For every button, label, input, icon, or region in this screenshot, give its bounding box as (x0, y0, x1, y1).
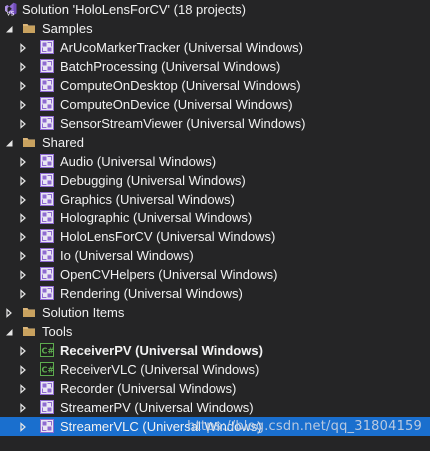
visual-studio-solution-icon: VS (4, 2, 18, 18)
collapsed-arrow-icon[interactable] (17, 398, 29, 417)
collapsed-arrow-icon[interactable] (17, 360, 29, 379)
project-label: HoloLensForCV (Universal Windows) (60, 229, 276, 244)
cpp-project-icon (40, 229, 54, 243)
project-label: Recorder (Universal Windows) (60, 381, 237, 396)
cpp-project-icon (40, 154, 54, 168)
watermark-text: https://blog.csdn.net/qq_31804159 (187, 419, 422, 434)
project-row[interactable]: Audio (Universal Windows) (0, 152, 430, 171)
project-row[interactable]: ArUcoMarkerTracker (Universal Windows) (0, 38, 430, 57)
project-label: ComputeOnDesktop (Universal Windows) (60, 78, 301, 93)
collapsed-arrow-icon[interactable] (17, 284, 29, 303)
folder-row-solution-items[interactable]: Solution Items (0, 303, 430, 322)
collapsed-arrow-icon[interactable] (17, 152, 29, 171)
collapsed-arrow-icon[interactable] (17, 246, 29, 265)
project-row[interactable]: BatchProcessing (Universal Windows) (0, 57, 430, 76)
project-row[interactable]: StreamerPV (Universal Windows) (0, 398, 430, 417)
project-label: SensorStreamViewer (Universal Windows) (60, 116, 306, 131)
expanded-arrow-icon[interactable] (3, 19, 15, 38)
project-label: StreamerPV (Universal Windows) (60, 400, 254, 415)
csharp-project-icon: C# (40, 343, 54, 357)
folder-label: Shared (42, 135, 84, 150)
collapsed-arrow-icon[interactable] (17, 265, 29, 284)
collapsed-arrow-icon[interactable] (17, 208, 29, 227)
cpp-project-icon (40, 400, 54, 414)
project-row[interactable]: HoloLensForCV (Universal Windows) (0, 227, 430, 246)
project-label: Holographic (Universal Windows) (60, 210, 253, 225)
expanded-arrow-icon[interactable] (3, 322, 15, 341)
project-row[interactable]: Io (Universal Windows) (0, 246, 430, 265)
svg-text:C#: C# (42, 366, 55, 375)
project-label: ReceiverPV (Universal Windows) (60, 343, 263, 358)
project-row[interactable]: SensorStreamViewer (Universal Windows) (0, 114, 430, 133)
project-row[interactable]: OpenCVHelpers (Universal Windows) (0, 265, 430, 284)
collapsed-arrow-icon[interactable] (17, 227, 29, 246)
collapsed-arrow-icon[interactable] (17, 171, 29, 190)
folder-icon (22, 324, 36, 338)
project-label: ReceiverVLC (Universal Windows) (60, 362, 260, 377)
project-row[interactable]: ComputeOnDesktop (Universal Windows) (0, 76, 430, 95)
folder-icon (22, 21, 36, 35)
svg-text:VS: VS (7, 11, 15, 17)
folder-row-shared[interactable]: Shared (0, 133, 430, 152)
cpp-project-icon (40, 286, 54, 300)
expanded-arrow-icon[interactable] (3, 133, 15, 152)
solution-root-row[interactable]: VS Solution 'HoloLensForCV' (18 projects) (0, 0, 430, 19)
cpp-project-icon (40, 173, 54, 187)
cpp-project-icon (40, 59, 54, 73)
collapsed-arrow-icon[interactable] (17, 38, 29, 57)
collapsed-arrow-icon[interactable] (17, 417, 29, 436)
cpp-project-icon (40, 381, 54, 395)
project-row[interactable]: Debugging (Universal Windows) (0, 171, 430, 190)
collapsed-arrow-icon[interactable] (17, 76, 29, 95)
collapsed-arrow-icon[interactable] (17, 95, 29, 114)
project-row[interactable]: Holographic (Universal Windows) (0, 208, 430, 227)
project-row[interactable]: Graphics (Universal Windows) (0, 190, 430, 209)
collapsed-arrow-icon[interactable] (17, 341, 29, 360)
cpp-project-icon (40, 97, 54, 111)
project-row[interactable]: C# ReceiverVLC (Universal Windows) (0, 360, 430, 379)
project-row[interactable]: StreamerVLC (Universal Windows) https://b… (0, 417, 430, 436)
cpp-project-icon (40, 40, 54, 54)
collapsed-arrow-icon[interactable] (3, 303, 15, 322)
cpp-project-icon (40, 192, 54, 206)
project-label: Rendering (Universal Windows) (60, 286, 243, 301)
folder-label: Solution Items (42, 305, 125, 320)
collapsed-arrow-icon[interactable] (17, 190, 29, 209)
cpp-project-icon (40, 78, 54, 92)
project-label: BatchProcessing (Universal Windows) (60, 59, 281, 74)
solution-explorer-tree: VS Solution 'HoloLensForCV' (18 projects)… (0, 0, 430, 451)
project-label: OpenCVHelpers (Universal Windows) (60, 267, 278, 282)
project-row[interactable]: Recorder (Universal Windows) (0, 379, 430, 398)
cpp-project-icon (40, 116, 54, 130)
cpp-project-icon (40, 419, 54, 433)
collapsed-arrow-icon[interactable] (17, 57, 29, 76)
folder-icon (22, 135, 36, 149)
project-label: Graphics (Universal Windows) (60, 192, 235, 207)
cpp-project-icon (40, 210, 54, 224)
cpp-project-icon (40, 267, 54, 281)
collapsed-arrow-icon[interactable] (17, 379, 29, 398)
project-label: ComputeOnDevice (Universal Windows) (60, 97, 293, 112)
project-label: ArUcoMarkerTracker (Universal Windows) (60, 40, 303, 55)
folder-label: Tools (42, 324, 73, 339)
project-row[interactable]: ComputeOnDevice (Universal Windows) (0, 95, 430, 114)
project-label: Io (Universal Windows) (60, 248, 194, 263)
svg-text:C#: C# (42, 347, 55, 356)
folder-label: Samples (42, 21, 93, 36)
folder-row-tools[interactable]: Tools (0, 322, 430, 341)
solution-label: Solution 'HoloLensForCV' (18 projects) (22, 2, 246, 17)
collapsed-arrow-icon[interactable] (17, 114, 29, 133)
csharp-project-icon: C# (40, 362, 54, 376)
project-label: Audio (Universal Windows) (60, 154, 217, 169)
folder-row-samples[interactable]: Samples (0, 19, 430, 38)
project-label: Debugging (Universal Windows) (60, 173, 246, 188)
folder-icon (22, 305, 36, 319)
cpp-project-icon (40, 248, 54, 262)
project-row[interactable]: C# ReceiverPV (Universal Windows) (0, 341, 430, 360)
project-row[interactable]: Rendering (Universal Windows) (0, 284, 430, 303)
